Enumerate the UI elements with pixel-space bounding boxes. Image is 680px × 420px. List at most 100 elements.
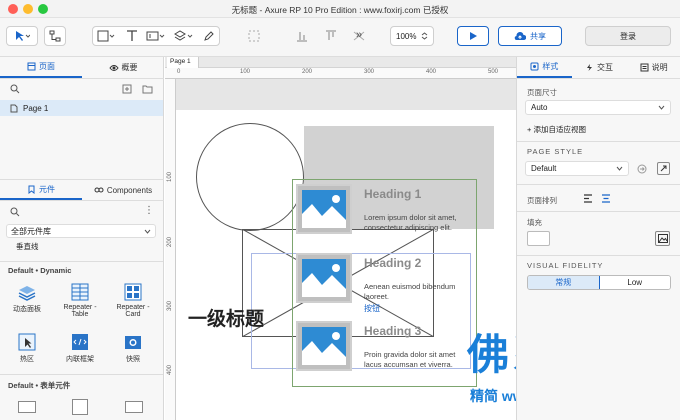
fill-color-swatch[interactable] xyxy=(527,231,550,246)
library-select-value: 全部元件库 xyxy=(11,226,51,236)
page-icon xyxy=(10,104,18,112)
widget-inline-frame[interactable]: 内联框架 xyxy=(55,333,105,364)
page-style-label: PAGE STYLE xyxy=(527,147,584,156)
tab-widgets[interactable]: 元件 xyxy=(0,180,82,200)
widget-repeater-card[interactable]: Repeater - Card xyxy=(108,283,158,318)
card-image[interactable] xyxy=(296,253,352,303)
section-dynamic-label: Default • Dynamic xyxy=(8,266,72,275)
card-image[interactable] xyxy=(296,184,352,234)
fidelity-normal-option[interactable]: 常规 xyxy=(528,276,600,289)
text-field-widget-icon[interactable] xyxy=(18,401,36,413)
tab-components[interactable]: Components xyxy=(82,180,164,200)
search-icon[interactable] xyxy=(10,84,20,94)
watermark-logo: 佛系软件 xyxy=(467,331,516,378)
page-style-select[interactable]: Default xyxy=(525,161,629,176)
align-top-icon[interactable] xyxy=(325,30,337,42)
library-sub-item[interactable]: 垂直线 xyxy=(16,241,39,252)
tab-widgets-label: 元件 xyxy=(39,184,55,194)
tab-notes[interactable]: 说明 xyxy=(626,57,680,78)
field-icon[interactable] xyxy=(146,30,166,42)
card-image[interactable] xyxy=(296,321,352,371)
tab-outline[interactable]: 概要 xyxy=(82,57,164,78)
watermark-url: 精简 www.foxirj.com xyxy=(470,388,516,404)
table-icon xyxy=(70,283,90,301)
add-adaptive-view-link[interactable]: + 添加自适应视图 xyxy=(527,124,586,135)
ruler-tick: 100 xyxy=(167,171,174,183)
reset-style-icon[interactable] xyxy=(637,164,647,174)
dropdown-widget-icon[interactable] xyxy=(125,401,143,413)
tab-notes-label: 说明 xyxy=(651,63,668,72)
tab-style[interactable]: 样式 xyxy=(517,57,572,78)
widget-icon xyxy=(28,185,35,194)
group-icon[interactable] xyxy=(248,30,260,42)
page-align-label: 页面排列 xyxy=(527,196,557,205)
select-mode-button[interactable] xyxy=(6,26,38,46)
divider xyxy=(0,374,163,375)
ruler-tick: 200 xyxy=(167,236,174,248)
fill-image-icon[interactable] xyxy=(655,231,670,246)
preview-button[interactable] xyxy=(457,26,489,46)
edit-style-icon[interactable] xyxy=(657,162,670,175)
tab-pages[interactable]: 页面 xyxy=(0,57,82,78)
ruler-tick: 400 xyxy=(426,69,437,75)
add-folder-icon[interactable] xyxy=(142,84,153,94)
canvas-page-tab[interactable]: Page 1 xyxy=(167,57,199,68)
card-heading: Heading 2 xyxy=(364,256,422,270)
login-button[interactable]: 登录 xyxy=(585,26,671,46)
horizontal-ruler: 0 100 200 300 400 500 xyxy=(165,68,516,79)
ruler-tick: 300 xyxy=(167,300,174,312)
chevron-down-icon xyxy=(616,166,623,171)
library-select[interactable]: 全部元件库 xyxy=(6,224,156,238)
page-size-label: 页面尺寸 xyxy=(527,88,557,97)
text-area-widget-icon[interactable] xyxy=(72,399,88,415)
cloud-upload-icon xyxy=(514,32,526,41)
page-size-select[interactable]: Auto xyxy=(525,100,671,115)
widget-dynamic-panel[interactable]: 动态面板 xyxy=(2,283,52,314)
header-placeholder-band xyxy=(176,79,516,110)
more-tools-icon[interactable]: » xyxy=(356,29,362,41)
align-left-icon[interactable] xyxy=(583,194,593,203)
card-text: Lorem ipsum dolor sit amet, consectetur … xyxy=(364,213,457,232)
divider xyxy=(517,255,680,256)
text-icon[interactable] xyxy=(126,30,138,42)
page-item-page1[interactable]: Page 1 xyxy=(0,100,163,116)
add-page-icon[interactable] xyxy=(122,84,132,94)
widget-inline-frame-label: 内联框架 xyxy=(66,356,94,363)
circle-shape[interactable] xyxy=(196,123,304,231)
widget-repeater-table[interactable]: Repeater - Table xyxy=(55,283,105,318)
snapshot-icon xyxy=(123,333,143,351)
share-button[interactable]: 共享 xyxy=(498,26,562,46)
widget-hotspot[interactable]: 热区 xyxy=(2,333,52,364)
layers-icon[interactable] xyxy=(174,30,194,42)
fidelity-low-option[interactable]: Low xyxy=(599,276,670,289)
tab-interactions[interactable]: 交互 xyxy=(572,57,627,78)
zoom-select[interactable]: 100% xyxy=(390,26,434,46)
vertical-ruler: 100 200 300 400 xyxy=(165,79,176,420)
notes-icon xyxy=(640,63,649,72)
widget-dynamic-panel-label: 动态面板 xyxy=(13,306,41,313)
tab-components-label: Components xyxy=(106,185,153,195)
title-bar: 无标题 - Axure RP 10 Pro Edition : www.foxi… xyxy=(0,0,680,18)
canvas-area[interactable]: Page 1 0 100 200 300 400 500 100 200 300… xyxy=(165,57,516,420)
tab-style-label: 样式 xyxy=(542,62,559,71)
hotspot-icon xyxy=(17,333,37,351)
more-options-icon[interactable]: ⋮ xyxy=(144,205,154,216)
align-center-icon[interactable] xyxy=(601,194,611,203)
style-icon xyxy=(530,62,539,71)
widget-tabs: 元件 Components xyxy=(0,179,164,201)
card-link[interactable]: 按钮 xyxy=(364,303,380,314)
level1-heading[interactable]: 一级标题 xyxy=(188,304,264,331)
chevron-down-icon xyxy=(658,105,665,110)
ruler-tick: 200 xyxy=(302,69,313,75)
widget-search-icon[interactable] xyxy=(10,207,20,217)
pointer-icon xyxy=(16,31,30,41)
tab-outline-label: 概要 xyxy=(121,63,138,72)
align-bottom-icon[interactable] xyxy=(296,30,308,42)
connector-button[interactable] xyxy=(44,26,66,46)
ruler-tick: 500 xyxy=(488,69,499,75)
widget-snapshot[interactable]: 快照 xyxy=(108,333,158,364)
pages-tabs: 页面 概要 xyxy=(0,57,164,79)
rectangle-icon[interactable] xyxy=(97,30,117,42)
pen-icon[interactable] xyxy=(203,30,215,42)
divider xyxy=(517,141,680,142)
